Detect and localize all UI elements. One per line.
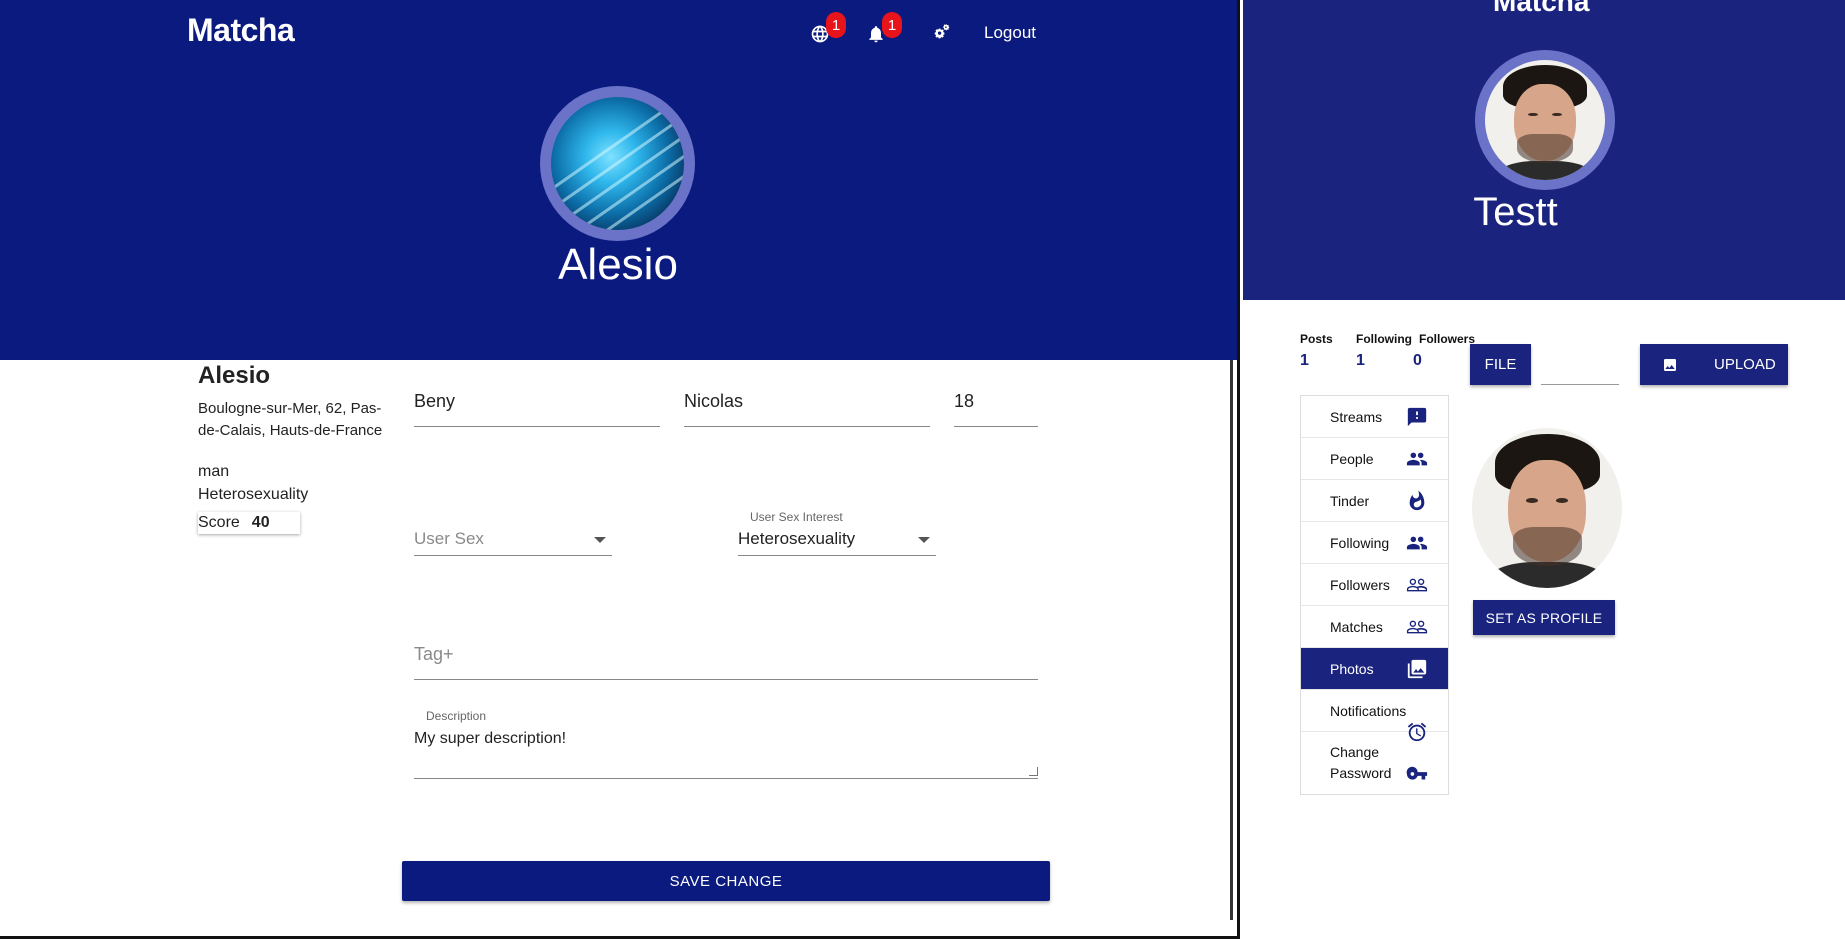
menu-item-matches[interactable]: Matches xyxy=(1301,606,1448,648)
score-badge: Score 40 xyxy=(198,512,300,534)
menu-item-tinder[interactable]: Tinder xyxy=(1301,480,1448,522)
gears-icon[interactable] xyxy=(928,22,952,46)
people-icon xyxy=(1406,532,1428,554)
key-icon xyxy=(1406,763,1428,785)
profile-name: Alesio xyxy=(198,362,271,389)
menu-item-streams[interactable]: Streams xyxy=(1301,396,1448,438)
menu-item-followers[interactable]: Followers xyxy=(1301,564,1448,606)
profile-orientation: Heterosexuality xyxy=(198,486,309,503)
sex-interest-value: Heterosexuality xyxy=(738,529,856,548)
menu-item-people[interactable]: People xyxy=(1301,438,1448,480)
menu-item-following[interactable]: Following xyxy=(1301,522,1448,564)
followers-label: Followers xyxy=(1419,332,1476,346)
avatar-image xyxy=(1485,60,1605,180)
menu-item-label: Photos xyxy=(1330,660,1374,677)
chevron-down-icon xyxy=(918,537,930,543)
screen: Matcha 1 1 Logout Alesio Alesio Boulogne… xyxy=(0,0,1845,939)
user-photo[interactable] xyxy=(1472,428,1622,588)
people-icon xyxy=(1406,448,1428,470)
menu-item-label: Streams xyxy=(1330,408,1383,425)
bell-badge: 1 xyxy=(882,12,902,38)
avatar xyxy=(540,86,695,241)
scrollbar[interactable] xyxy=(1230,360,1233,920)
menu-item-label: People xyxy=(1330,450,1374,467)
chevron-down-icon xyxy=(594,537,606,543)
posts-count: 1 xyxy=(1300,352,1309,369)
menu-item-label: Change Password xyxy=(1330,744,1392,781)
avatar-image xyxy=(551,97,684,230)
posts-label: Posts xyxy=(1300,332,1333,346)
sex-interest-label: User Sex Interest xyxy=(750,510,843,524)
tag-input[interactable]: Tag+ xyxy=(414,644,1038,680)
profile-edit-window: Matcha 1 1 Logout Alesio Alesio Boulogne… xyxy=(0,0,1240,939)
menu-item-label: Followers xyxy=(1330,576,1390,593)
description-textarea[interactable]: My super description! xyxy=(414,730,1038,779)
globe-badge: 1 xyxy=(826,12,846,38)
hero-username: Alesio xyxy=(558,240,678,289)
profile-photos-window: Matcha Testt Posts Following Followers 1… xyxy=(1243,0,1845,939)
menu-item-photos[interactable]: Photos xyxy=(1301,648,1448,690)
description-label: Description xyxy=(426,709,487,723)
profile-location: Boulogne-sur-Mer, 62, Pas-de-Calais, Hau… xyxy=(198,400,383,439)
age-field[interactable]: 18 xyxy=(954,391,1038,427)
followers-count: 0 xyxy=(1413,352,1422,369)
menu-item-notifications[interactable]: Notifications xyxy=(1301,690,1448,742)
avatar xyxy=(1475,50,1615,190)
menu-item-label: Matches xyxy=(1330,618,1383,635)
profile-sex: man xyxy=(198,463,230,480)
photo-library-icon xyxy=(1406,658,1428,680)
file-button[interactable]: FILE xyxy=(1470,344,1531,385)
score-value: 40 xyxy=(251,514,270,531)
set-as-profile-button[interactable]: SET AS PROFILE xyxy=(1473,600,1615,635)
people-outline-icon xyxy=(1406,574,1428,596)
following-label: Following xyxy=(1356,332,1412,346)
upload-button[interactable]: UPLOAD xyxy=(1640,344,1788,385)
menu-item-label: Tinder xyxy=(1330,492,1370,509)
image-icon xyxy=(1664,358,1676,371)
flame-icon xyxy=(1406,490,1428,512)
menu-item-label: Following xyxy=(1330,534,1390,551)
user-sex-placeholder: User Sex xyxy=(414,529,484,548)
menu-item-label: Notifications xyxy=(1330,702,1407,719)
resize-handle[interactable] xyxy=(1029,767,1038,776)
menu-item-change-password[interactable]: Change Password xyxy=(1301,732,1448,794)
logout-link[interactable]: Logout xyxy=(984,23,1036,43)
description-value: My super description! xyxy=(414,730,567,747)
last-name-field[interactable]: Nicolas xyxy=(684,391,930,427)
brand-logo[interactable]: Matcha xyxy=(187,12,295,49)
score-label: Score xyxy=(198,514,240,531)
header: Matcha 1 1 Logout Alesio xyxy=(0,0,1237,360)
file-name-input[interactable] xyxy=(1541,344,1619,385)
upload-label: UPLOAD xyxy=(1714,356,1776,373)
feedback-icon xyxy=(1406,406,1428,428)
profile-menu: Streams People Tinder Following Follower… xyxy=(1300,395,1449,795)
people-outline-icon xyxy=(1406,616,1428,638)
following-count: 1 xyxy=(1356,352,1365,369)
save-change-button[interactable]: SAVE CHANGE xyxy=(402,861,1050,901)
user-sex-select[interactable]: User Sex xyxy=(414,529,612,556)
header: Matcha Testt xyxy=(1243,0,1845,300)
brand-logo[interactable]: Matcha xyxy=(1493,0,1589,18)
hero-username: Testt xyxy=(1473,190,1558,234)
first-name-field[interactable]: Beny xyxy=(414,391,660,427)
profile-summary: Alesio Boulogne-sur-Mer, 62, Pas-de-Cala… xyxy=(198,362,388,534)
sex-interest-select[interactable]: Heterosexuality xyxy=(738,529,936,556)
